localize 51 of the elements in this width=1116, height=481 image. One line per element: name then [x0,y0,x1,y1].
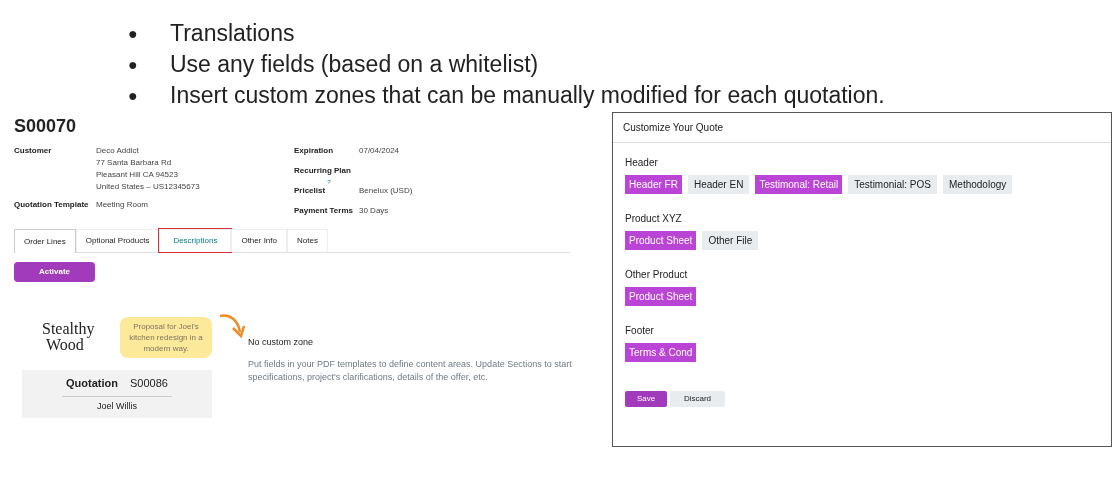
tab[interactable]: Other Info [231,229,287,252]
bullet: ● [128,24,139,44]
section-title: Product XYZ [625,212,682,226]
field-value: 77 Santa Barbara Rd [96,157,173,169]
field-label: Customer [14,145,53,157]
tab[interactable]: Notes [287,229,328,252]
option-chip[interactable]: Product Sheet [625,287,697,306]
discard-button[interactable]: Discard [670,391,725,407]
field-value: Benelux (USD) [359,185,413,197]
arrow-icon [218,312,246,338]
bullet-text: Insert custom zones that can be manually modified for each quotation. [170,81,886,110]
option-chip[interactable]: Testimonial: POS [848,175,937,194]
field-value: Pleasant Hill CA 94523 [96,169,179,181]
save-button[interactable]: Save [625,391,667,407]
field-label: Quotation Template [14,199,90,211]
option-chip[interactable]: Other File [702,231,759,250]
empty-state-title: No custom zone [248,336,315,349]
bullet: ● [128,86,139,106]
customer-name: Joel Willis [97,399,137,413]
field-value: United States – US12345673 [96,181,200,193]
field-value: Deco Addict [96,145,140,157]
bullet-text: Translations [170,19,296,48]
logo: Stealthy Wood [42,321,96,353]
field-value: 07/04/2024 [359,145,400,157]
quote-title: S00070 [14,115,77,137]
field-label: Pricelist [294,185,326,197]
dialog-title: Customize Your Quote [613,113,1111,143]
section-title: Footer [625,324,654,338]
option-chip[interactable]: Header EN [687,175,750,194]
tab[interactable]: Descriptions [159,229,232,252]
section-title: Other Product [625,268,688,282]
option-chip[interactable]: Product Sheet [625,231,697,250]
document-label: Quotation [66,376,118,391]
tab[interactable]: Order Lines [14,229,76,253]
tab[interactable]: Optional Products [75,229,160,252]
empty-state-text: Put fields in your PDF templates to define content areas. Update Sections to start specifications, project's clarifications, details of the offer, etc. [248,357,573,384]
option-chip[interactable]: Methodology [943,175,1013,194]
field-value: Meeting Room [96,199,149,211]
bullet-text: Use any fields (based on a whitelist) [170,50,540,79]
field-label: Expiration [294,145,334,157]
field-value: 30 Days [359,205,389,217]
document-number: S00086 [130,376,168,391]
activate-button[interactable]: Activate [14,262,95,282]
section-title: Header [625,156,658,170]
field-label: Recurring Plan [294,165,351,177]
option-chip[interactable]: Terms & Cond [625,343,697,362]
field-label: Payment Terms [294,205,353,217]
bullet: ● [128,55,139,75]
sticky-note: Proposal for Joel's kitchen redesign in a modern way. [120,316,212,358]
option-chip[interactable]: Header FR [625,175,682,194]
option-chip[interactable]: Testimonal: Retail [755,175,843,194]
